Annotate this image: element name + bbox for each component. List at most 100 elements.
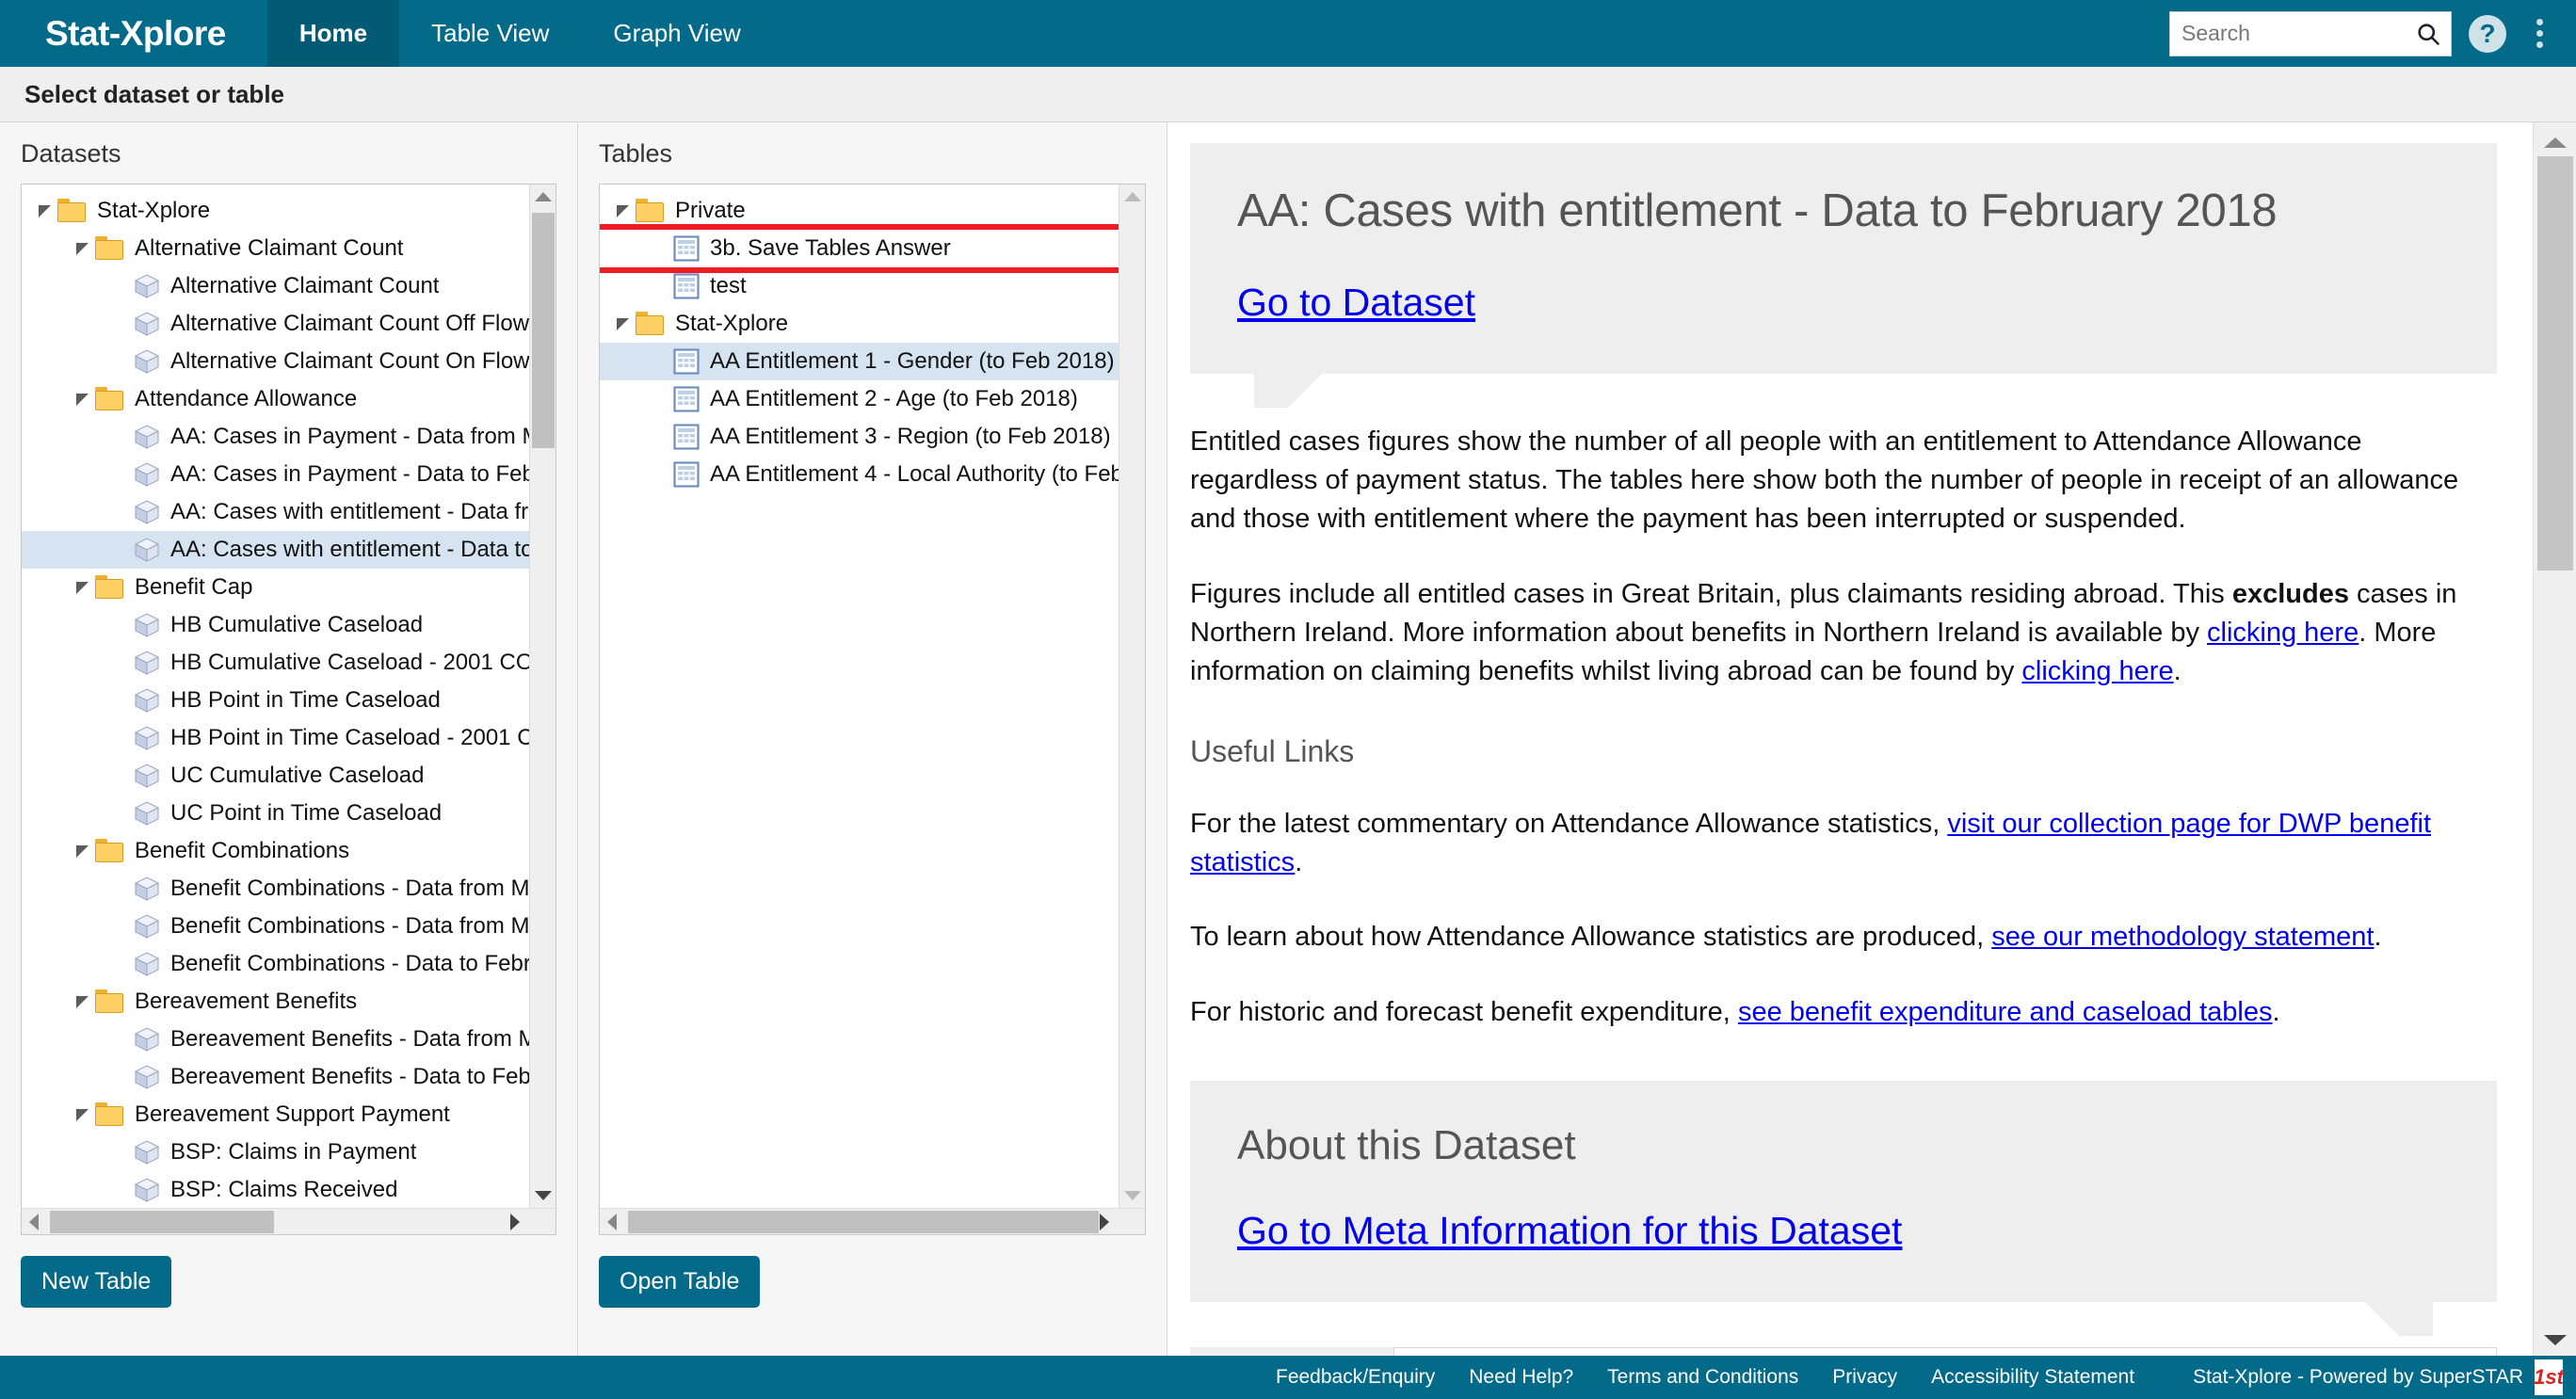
tree-item[interactable]: BSP: Claims Received — [22, 1171, 529, 1208]
datasets-tree: Stat-Xplore Alternative Claimant Count Alt… — [22, 185, 529, 1208]
northern-ireland-link[interactable]: clicking here — [2207, 618, 2359, 648]
tree-item[interactable]: Benefit Combinations - Data to February — [22, 945, 529, 983]
tables-scroll-right-icon[interactable] — [1092, 1209, 1117, 1234]
datasets-vertical-scrollbar[interactable] — [529, 185, 555, 1208]
footer-link-accessibility[interactable]: Accessibility Statement — [1914, 1366, 2151, 1389]
tree-item[interactable]: AA Entitlement 3 - Region (to Feb 2018) — [600, 418, 1119, 456]
tree-item[interactable]: Benefit Combinations - Data from May 20 — [22, 908, 529, 945]
datasets-scroll-left-icon[interactable] — [22, 1209, 46, 1234]
tree-item[interactable]: AA: Cases with entitlement - Data to Feb — [22, 531, 529, 569]
datasets-horizontal-scrollbar[interactable] — [22, 1208, 555, 1234]
footer-bar: Feedback/Enquiry Need Help? Terms and Co… — [0, 1356, 2576, 1399]
footer-link-privacy[interactable]: Privacy — [1815, 1366, 1914, 1389]
tree-item[interactable]: Alternative Claimant Count On Flows — [22, 343, 529, 380]
tab-graph-view-label: Graph View — [613, 19, 741, 47]
tables-scroll-up-icon[interactable] — [1119, 185, 1145, 209]
release-frequency-value-cell: This data is released on a quarterly bas… — [1393, 1346, 2497, 1356]
footer-link-feedback[interactable]: Feedback/Enquiry — [1259, 1366, 1452, 1389]
tree-item[interactable]: HB Point in Time Caseload - 2001 COA ( — [22, 719, 529, 757]
tree-item[interactable]: Bereavement Support Payment — [22, 1096, 529, 1134]
tables-scroll-left-icon[interactable] — [600, 1209, 624, 1234]
tree-item[interactable]: AA: Cases with entitlement - Data from M — [22, 493, 529, 531]
tree-item[interactable]: Bereavement Benefits - Data from May 2 — [22, 1021, 529, 1058]
tree-item[interactable]: HB Cumulative Caseload - 2001 COA (u — [22, 644, 529, 682]
tab-home[interactable]: Home — [266, 0, 400, 67]
tree-item[interactable]: Alternative Claimant Count Off Flows — [22, 305, 529, 343]
tree-item[interactable]: Private — [600, 192, 1119, 230]
dataset-coverage-paragraph: Figures include all entitled cases in Gr… — [1190, 575, 2497, 692]
expand-collapse-icon[interactable] — [33, 202, 57, 219]
meta-information-link[interactable]: Go to Meta Information for this Dataset — [1237, 1209, 1902, 1253]
kebab-menu-icon[interactable] — [2523, 13, 2555, 55]
expand-collapse-icon[interactable] — [71, 843, 95, 860]
footer-link-need-help[interactable]: Need Help? — [1452, 1366, 1590, 1389]
tree-item[interactable]: AA: Cases in Payment - Data from May 2 — [22, 418, 529, 456]
new-table-button[interactable]: New Table — [21, 1256, 172, 1308]
benefit-expenditure-tables-link[interactable]: see benefit expenditure and caseload tab… — [1738, 997, 2273, 1027]
tree-item[interactable]: Stat-Xplore — [22, 192, 529, 230]
expand-collapse-icon[interactable] — [611, 315, 636, 332]
expand-collapse-icon[interactable] — [611, 202, 636, 219]
content-scroll-up-icon[interactable] — [2534, 128, 2576, 156]
expand-collapse-icon[interactable] — [71, 579, 95, 596]
help-icon[interactable]: ? — [2469, 14, 2506, 53]
tree-item[interactable]: Alternative Claimant Count — [22, 267, 529, 305]
tree-item[interactable]: AA Entitlement 2 - Age (to Feb 2018) — [600, 380, 1119, 418]
tree-item[interactable]: HB Point in Time Caseload — [22, 682, 529, 719]
expand-collapse-icon[interactable] — [71, 240, 95, 257]
tree-item[interactable]: Bereavement Benefits - Data to February — [22, 1058, 529, 1096]
tree-item[interactable]: UC Cumulative Caseload — [22, 757, 529, 795]
release-frequency-row: This data is released on a quarterly bas… — [1190, 1346, 2497, 1356]
tree-item-label: Benefit Combinations - Data from May 20 — [170, 913, 529, 939]
expand-collapse-icon[interactable] — [71, 1106, 95, 1123]
datasets-scroll-right-icon[interactable] — [503, 1209, 527, 1234]
expand-collapse-icon[interactable] — [71, 993, 95, 1010]
tab-table-view[interactable]: Table View — [399, 0, 581, 67]
tables-scroll-down-icon[interactable] — [1119, 1183, 1145, 1208]
go-to-dataset-link[interactable]: Go to Dataset — [1237, 281, 1475, 325]
tree-item[interactable]: test — [600, 267, 1119, 305]
tree-item[interactable]: Alternative Claimant Count — [22, 230, 529, 267]
tree-item[interactable]: AA: Cases in Payment - Data to Februar — [22, 456, 529, 493]
tree-item[interactable]: Benefit Cap — [22, 569, 529, 606]
tree-item[interactable]: BSP: Claims in Payment — [22, 1134, 529, 1171]
tables-vertical-scrollbar[interactable] — [1119, 185, 1145, 1208]
footer-link-terms[interactable]: Terms and Conditions — [1590, 1366, 1815, 1389]
tables-hscroll-thumb[interactable] — [628, 1211, 1099, 1233]
search-input[interactable] — [2170, 11, 2451, 56]
folder-icon — [57, 199, 88, 223]
tree-item[interactable]: UC Point in Time Caseload — [22, 795, 529, 832]
tree-item[interactable]: Benefit Combinations - Data from May 20 — [22, 870, 529, 908]
datasets-hscroll-thumb[interactable] — [50, 1211, 274, 1233]
search-box[interactable] — [2169, 10, 2452, 56]
cube-icon — [133, 460, 161, 489]
tree-item-label: AA: Cases with entitlement - Data from M — [170, 499, 529, 524]
open-table-button[interactable]: Open Table — [599, 1256, 761, 1308]
folder-icon — [95, 1102, 125, 1127]
tree-item[interactable]: HB Cumulative Caseload — [22, 606, 529, 644]
cube-icon — [133, 875, 161, 903]
tree-item[interactable]: AA Entitlement 4 - Local Authority (to F… — [600, 456, 1119, 493]
expand-collapse-icon[interactable] — [71, 391, 95, 408]
tree-item[interactable]: Attendance Allowance — [22, 380, 529, 418]
tree-item[interactable]: AA Entitlement 1 - Gender (to Feb 2018) — [600, 343, 1119, 380]
content-vertical-scrollbar[interactable] — [2533, 122, 2576, 1356]
living-abroad-link[interactable]: clicking here — [2021, 656, 2173, 686]
datasets-vscroll-thumb[interactable] — [532, 213, 555, 448]
search-icon[interactable] — [2415, 21, 2441, 47]
datasets-scroll-up-icon[interactable] — [530, 185, 555, 209]
tree-item[interactable]: Stat-Xplore — [600, 305, 1119, 343]
tree-item[interactable]: 3b. Save Tables Answer — [600, 224, 1119, 273]
tree-item[interactable]: Bereavement Benefits — [22, 983, 529, 1021]
tree-item-label: AA Entitlement 3 - Region (to Feb 2018) — [710, 424, 1111, 449]
methodology-statement-link[interactable]: see our methodology statement — [1991, 922, 2374, 952]
tree-item[interactable]: Benefit Combinations — [22, 832, 529, 870]
tab-graph-view[interactable]: Graph View — [581, 0, 772, 67]
datasets-scroll-down-icon[interactable] — [530, 1183, 555, 1208]
commentary-text-a: For the latest commentary on Attendance … — [1190, 809, 1948, 840]
table-icon — [673, 273, 700, 299]
content-scroll-down-icon[interactable] — [2534, 1326, 2576, 1354]
tables-horizontal-scrollbar[interactable] — [600, 1208, 1145, 1234]
content-vscroll-thumb[interactable] — [2537, 156, 2573, 571]
cube-icon — [133, 310, 161, 338]
